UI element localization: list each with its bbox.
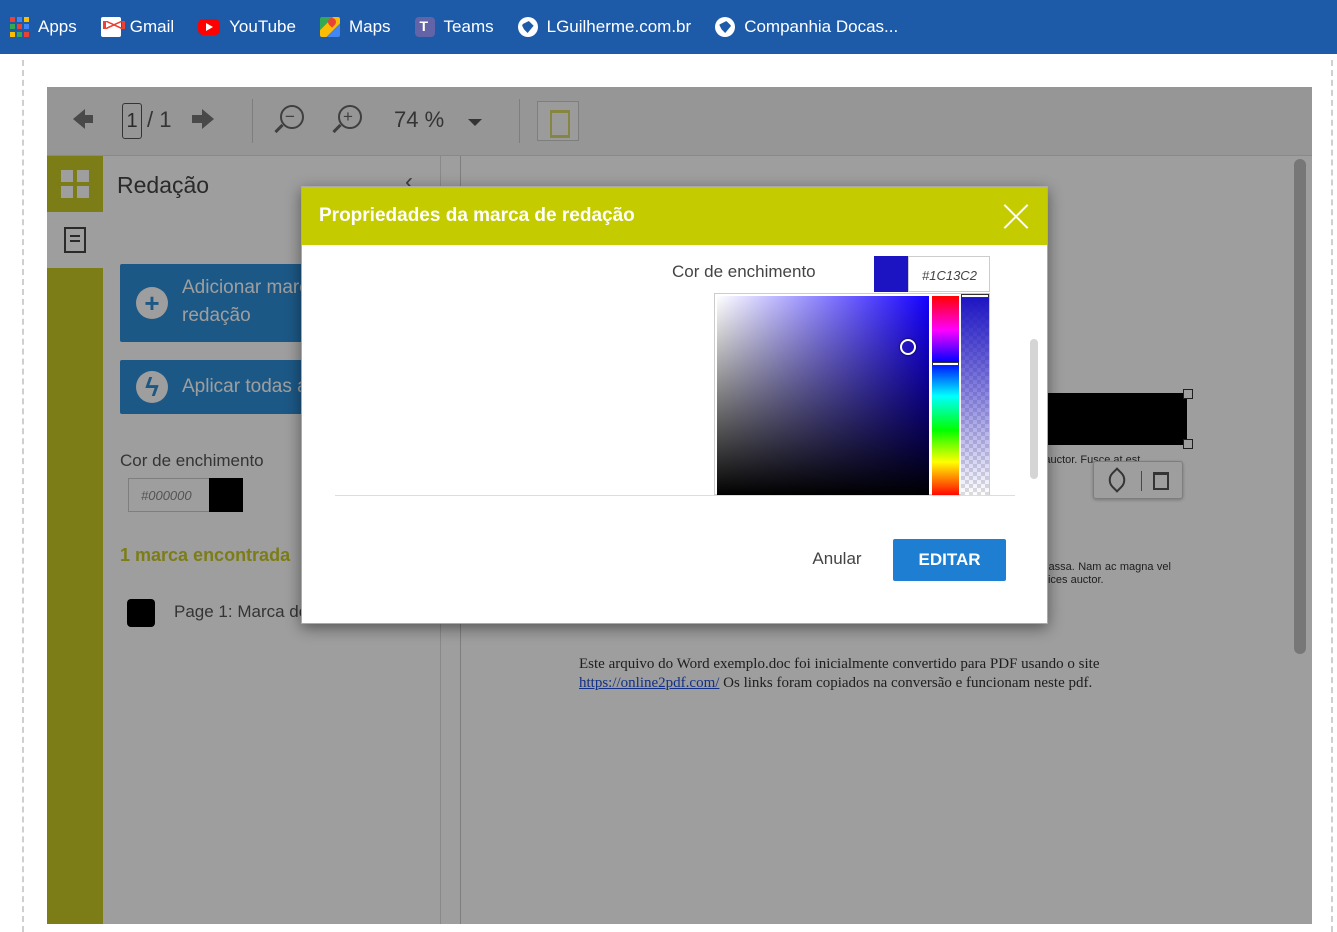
opacity-gradient <box>961 296 989 496</box>
dialog-scrollbar[interactable] <box>1030 339 1038 479</box>
fill-color-label: Cor de enchimento <box>672 262 816 281</box>
page-border-right <box>1331 60 1333 932</box>
bookmark-teams[interactable]: Teams <box>414 0 494 54</box>
bookmark-label: LGuilherme.com.br <box>546 17 692 36</box>
dialog-title: Propriedades da marca de redação <box>319 205 635 226</box>
bookmark-gmail[interactable]: Gmail <box>100 0 175 54</box>
dialog-header: Propriedades da marca de redação <box>302 187 1047 245</box>
hue-slider[interactable] <box>932 296 959 496</box>
bookmark-maps[interactable]: Maps <box>319 0 391 54</box>
maps-icon <box>319 17 340 37</box>
bookmark-youtube[interactable]: YouTube <box>198 0 296 54</box>
bookmarks-bar: Apps Gmail YouTube Maps Teams LGuilherme… <box>0 0 1337 54</box>
redaction-properties-dialog: Propriedades da marca de redação Cor de … <box>301 186 1048 624</box>
bookmark-label: Teams <box>443 17 494 36</box>
teams-icon <box>414 17 435 37</box>
edit-button[interactable]: EDITAR <box>893 539 1006 581</box>
close-icon[interactable] <box>1002 202 1030 230</box>
color-picker <box>714 293 990 496</box>
globe-icon <box>715 17 736 37</box>
cancel-button[interactable]: Anular <box>792 539 882 579</box>
color-selector-handle[interactable] <box>900 339 916 355</box>
globe-icon <box>517 17 538 37</box>
opacity-slider[interactable] <box>961 296 989 496</box>
bookmark-label: Maps <box>348 17 391 36</box>
fill-color-swatch[interactable] <box>874 256 908 292</box>
fill-color-input[interactable]: #1C13C2 <box>908 256 990 292</box>
apps-grid-icon <box>10 17 29 37</box>
bookmark-lguilherme[interactable]: LGuilherme.com.br <box>517 0 692 54</box>
hue-slider-handle[interactable] <box>932 362 959 366</box>
bookmark-label: Companhia Docas... <box>744 17 899 36</box>
page-border-left <box>22 60 24 932</box>
bookmark-companhia-docas[interactable]: Companhia Docas... <box>715 0 898 54</box>
browser-page: Apps Gmail YouTube Maps Teams LGuilherme… <box>0 0 1337 932</box>
divider <box>335 495 1015 496</box>
opacity-slider-handle[interactable] <box>961 294 989 298</box>
bookmark-label: Apps <box>38 17 77 36</box>
saturation-value-area[interactable] <box>717 296 929 496</box>
bookmark-label: YouTube <box>229 17 296 36</box>
bookmark-apps[interactable]: Apps <box>10 0 77 54</box>
bookmark-label: Gmail <box>129 17 175 36</box>
gmail-icon <box>100 17 125 37</box>
youtube-icon <box>198 19 221 35</box>
